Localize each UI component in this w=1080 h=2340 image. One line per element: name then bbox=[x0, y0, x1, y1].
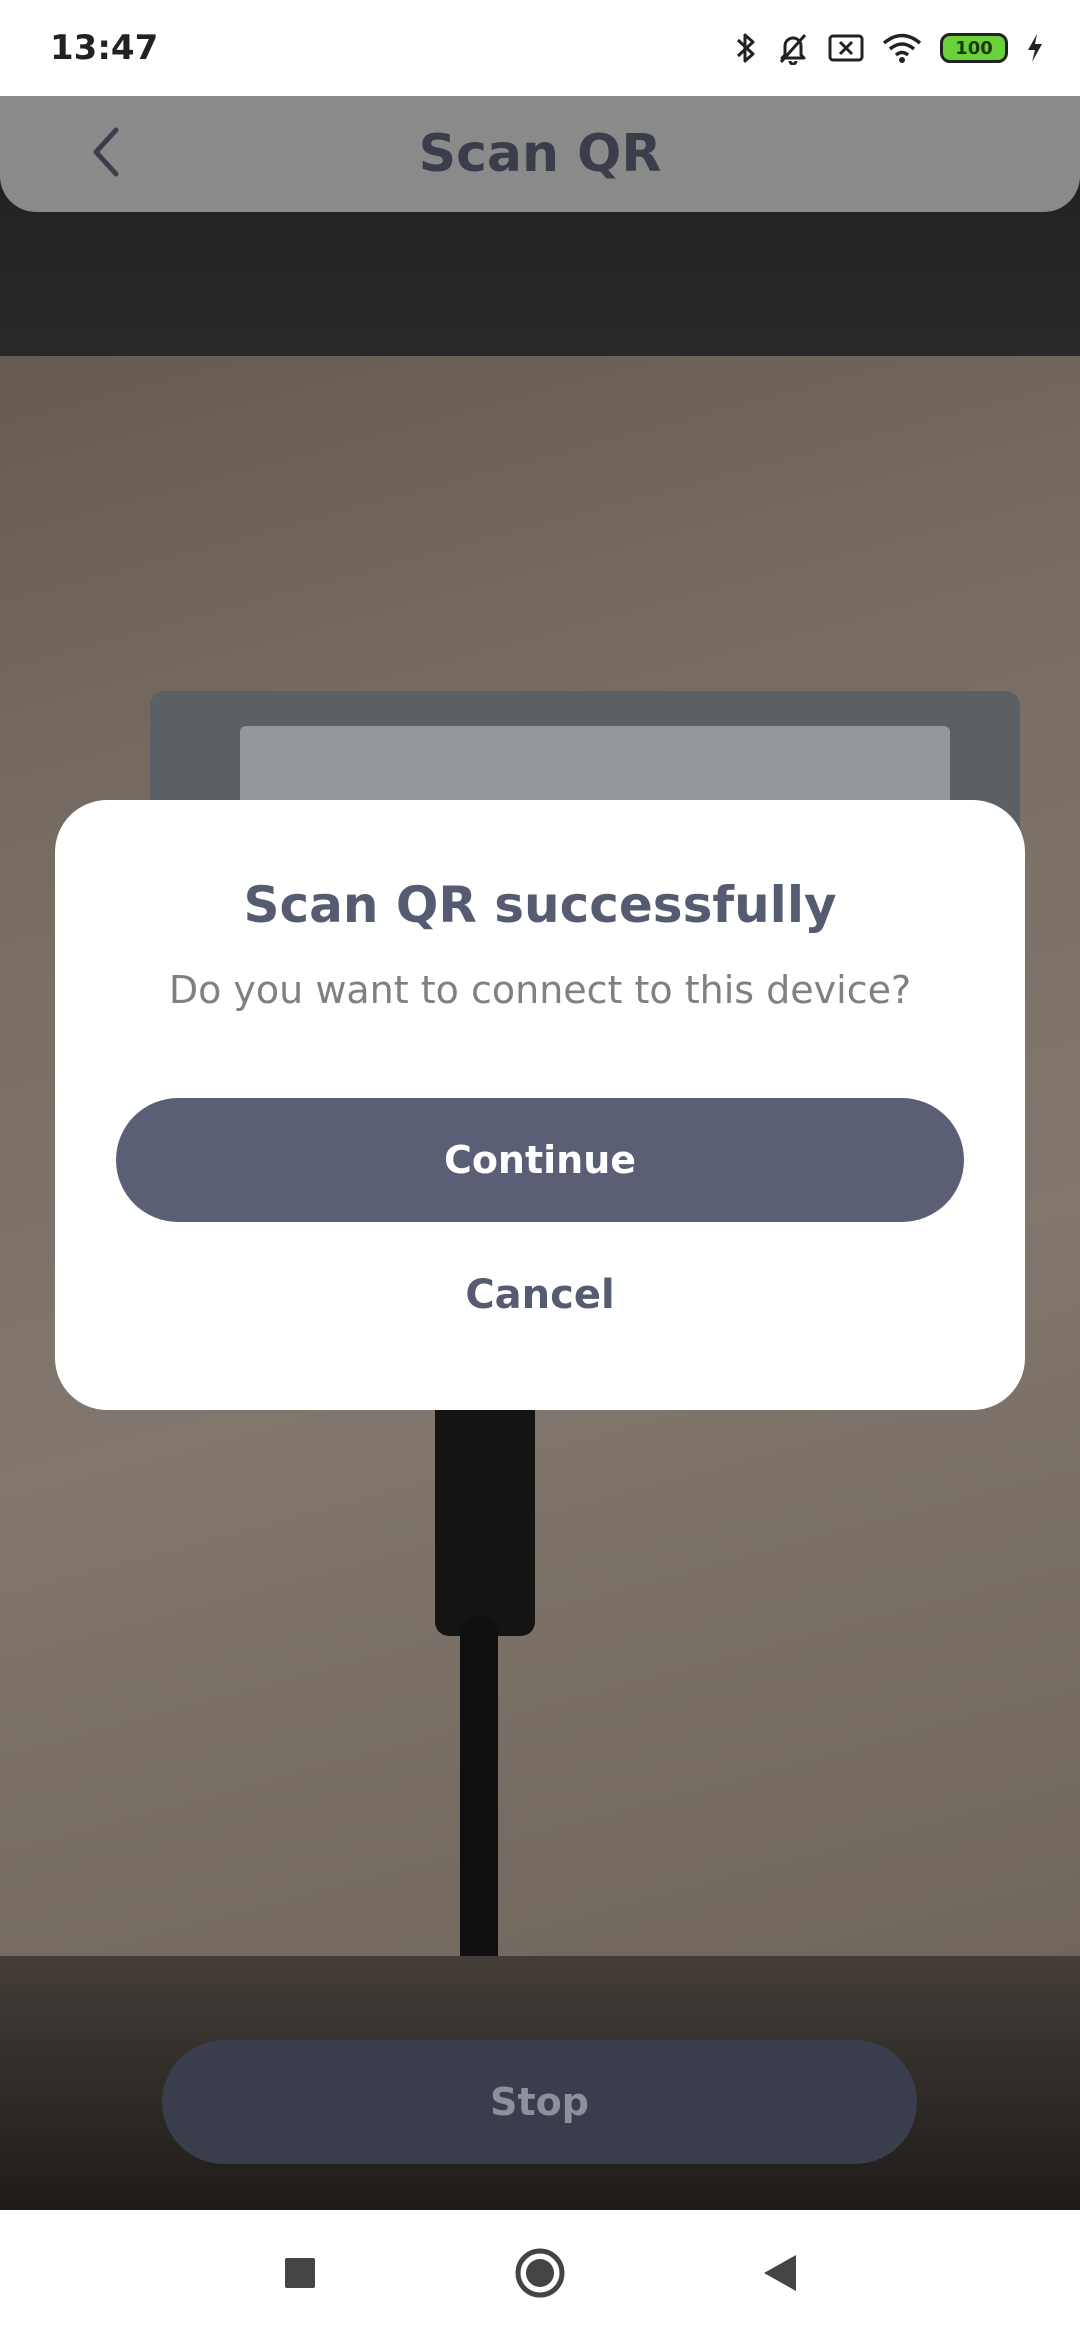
dialog-title: Scan QR successfully bbox=[243, 876, 837, 934]
bell-off-icon bbox=[776, 31, 810, 65]
stop-button[interactable]: Stop bbox=[162, 2040, 917, 2164]
continue-button[interactable]: Continue bbox=[116, 1098, 964, 1222]
continue-button-label: Continue bbox=[443, 1138, 637, 1182]
scan-success-dialog: Scan QR successfully Do you want to conn… bbox=[55, 800, 1025, 1410]
status-bar: 13:47 100 bbox=[0, 0, 1080, 96]
home-button[interactable] bbox=[505, 2240, 575, 2310]
stop-button-label: Stop bbox=[490, 2080, 589, 2124]
recent-apps-button[interactable] bbox=[265, 2240, 335, 2310]
recent-apps-icon bbox=[283, 2256, 317, 2294]
system-nav-bar bbox=[0, 2210, 1080, 2340]
back-button[interactable] bbox=[70, 118, 142, 190]
charging-icon bbox=[1026, 33, 1044, 63]
page-title: Scan QR bbox=[418, 124, 662, 184]
cancel-button[interactable]: Cancel bbox=[390, 1260, 690, 1330]
status-icons: 100 bbox=[734, 31, 1044, 65]
nav-back-button[interactable] bbox=[745, 2240, 815, 2310]
sim-off-icon bbox=[828, 32, 864, 64]
dialog-message: Do you want to connect to this device? bbox=[168, 968, 912, 1012]
home-icon bbox=[513, 2246, 567, 2304]
battery-icon: 100 bbox=[940, 33, 1008, 63]
back-icon bbox=[762, 2253, 798, 2297]
wifi-icon bbox=[882, 32, 922, 64]
chevron-left-icon bbox=[86, 124, 126, 184]
bluetooth-icon bbox=[734, 31, 758, 65]
app-header: Scan QR bbox=[0, 96, 1080, 212]
cancel-button-label: Cancel bbox=[465, 1272, 615, 1318]
status-time: 13:47 bbox=[50, 28, 159, 68]
